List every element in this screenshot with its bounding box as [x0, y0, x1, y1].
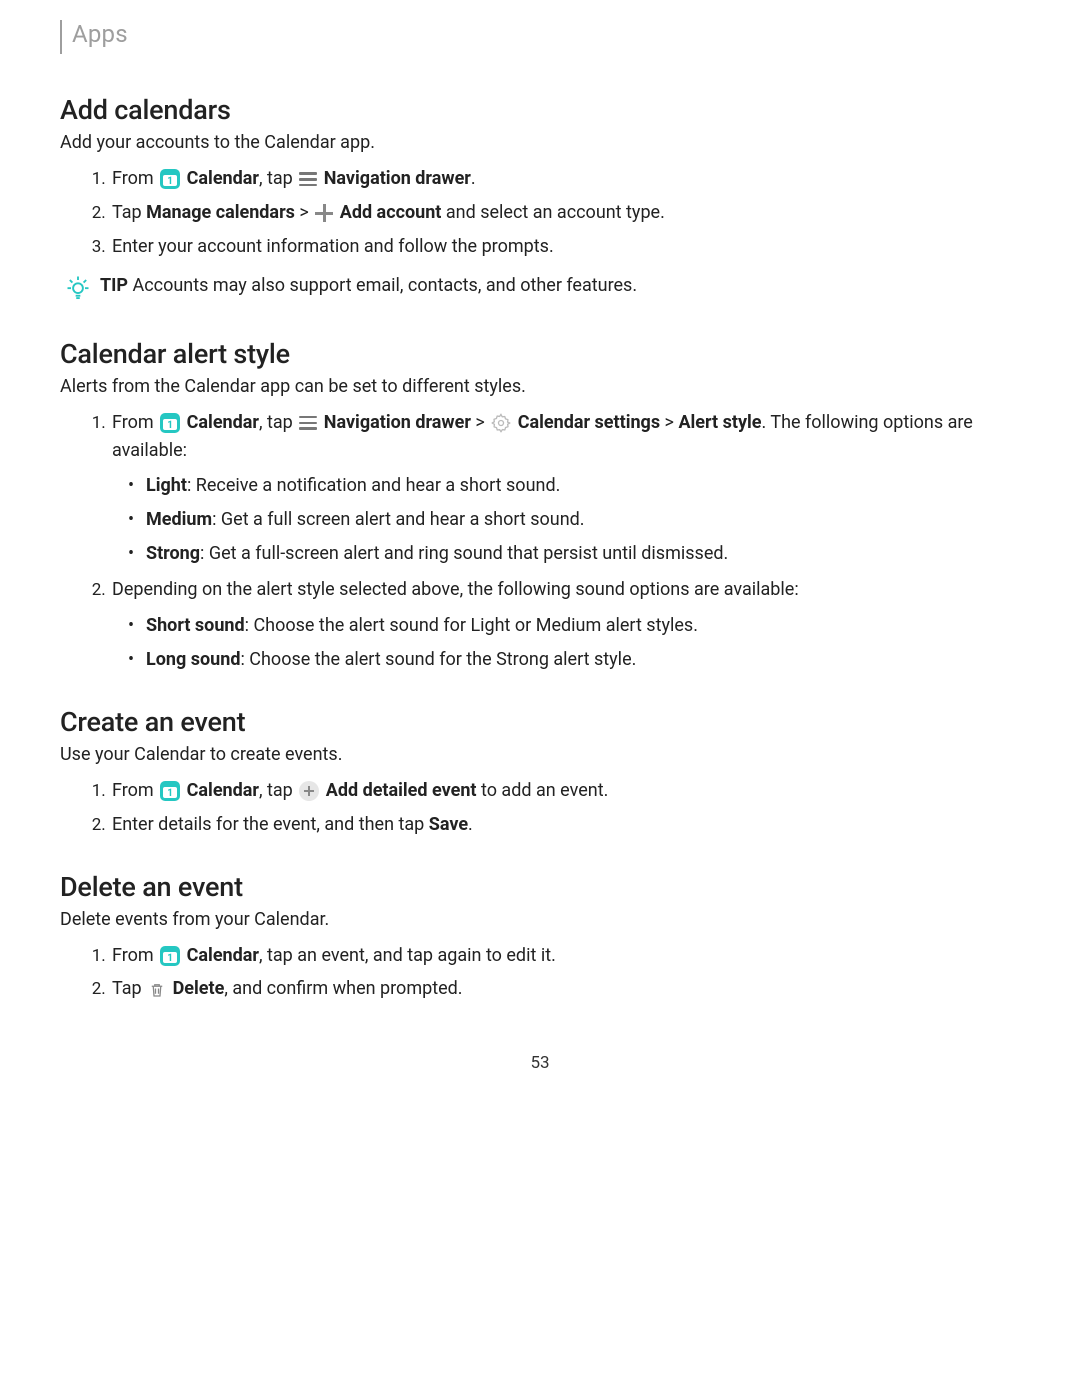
- tip-label: TIP: [100, 275, 128, 296]
- calendar-app-icon: [160, 413, 180, 433]
- text-bold: Calendar: [182, 945, 259, 966]
- text-bold: Alert style: [678, 412, 761, 433]
- text: From: [112, 168, 158, 189]
- text: : Receive a notification and hear a shor…: [187, 475, 560, 496]
- list-item: Enter details for the event, and then ta…: [110, 811, 1020, 839]
- add-calendars-steps: From Calendar, tap Navigation drawer. Ta…: [60, 165, 1020, 261]
- text: .: [468, 814, 473, 835]
- text: Enter details for the event, and then ta…: [112, 814, 429, 835]
- navigation-drawer-icon: [299, 416, 317, 430]
- section-intro: Alerts from the Calendar app can be set …: [60, 376, 1020, 397]
- text-bold: Add account: [335, 202, 441, 223]
- text: Depending on the alert style selected ab…: [112, 579, 799, 600]
- text: : Choose the alert sound for Light or Me…: [245, 615, 698, 636]
- text: , and confirm when prompted.: [224, 978, 462, 999]
- list-item: Tap Delete, and confirm when prompted.: [110, 975, 1020, 1003]
- list-item: Enter your account information and follo…: [110, 233, 1020, 261]
- text: Tap: [112, 202, 146, 223]
- list-item: Long sound: Choose the alert sound for t…: [146, 646, 1020, 674]
- section-intro: Delete events from your Calendar.: [60, 909, 1020, 930]
- calendar-app-icon: [160, 169, 180, 189]
- header-title: Apps: [72, 20, 128, 48]
- text-bold: Short sound: [146, 615, 245, 636]
- alert-style-options: Light: Receive a notification and hear a…: [112, 472, 1020, 568]
- add-event-icon: [299, 781, 319, 801]
- text: Tap: [112, 978, 146, 999]
- text-bold: Manage calendars: [146, 202, 295, 223]
- text: , tap an event, and tap again to edit it…: [259, 945, 556, 966]
- text-bold: Light: [146, 475, 187, 496]
- section-intro: Add your accounts to the Calendar app.: [60, 132, 1020, 153]
- list-item: Depending on the alert style selected ab…: [110, 576, 1020, 674]
- sound-options: Short sound: Choose the alert sound for …: [112, 612, 1020, 674]
- list-item: Tap Manage calendars > Add account and s…: [110, 199, 1020, 227]
- text: >: [660, 412, 678, 433]
- list-item: From Calendar, tap Add detailed event to…: [110, 777, 1020, 805]
- list-item: Short sound: Choose the alert sound for …: [146, 612, 1020, 640]
- text-bold: Strong: [146, 543, 200, 564]
- section-heading-add-calendars: Add calendars: [60, 94, 1020, 126]
- text-bold: Add detailed event: [321, 780, 476, 801]
- text-bold: Calendar: [182, 780, 259, 801]
- section-heading-create-event: Create an event: [60, 706, 1020, 738]
- text: : Get a full screen alert and hear a sho…: [212, 509, 584, 530]
- text-bold: Navigation drawer: [319, 412, 471, 433]
- text: : Choose the alert sound for the Strong …: [240, 649, 636, 670]
- text-bold: Calendar settings: [513, 412, 660, 433]
- create-event-steps: From Calendar, tap Add detailed event to…: [60, 777, 1020, 839]
- alert-style-steps: From Calendar, tap Navigation drawer > C…: [60, 409, 1020, 674]
- section-intro: Use your Calendar to create events.: [60, 744, 1020, 765]
- navigation-drawer-icon: [299, 172, 317, 186]
- list-item: Light: Receive a notification and hear a…: [146, 472, 1020, 500]
- lightbulb-icon: [64, 273, 92, 306]
- text-bold: Delete: [168, 978, 224, 999]
- tip-text: TIP Accounts may also support email, con…: [100, 275, 637, 296]
- trash-icon: [148, 980, 166, 1000]
- text-bold: Navigation drawer: [319, 168, 471, 189]
- text: .: [471, 168, 476, 189]
- plus-icon: [315, 204, 333, 222]
- text: , tap: [259, 168, 297, 189]
- text-bold: Medium: [146, 509, 212, 530]
- text-bold: Calendar: [182, 412, 259, 433]
- list-item: From Calendar, tap Navigation drawer.: [110, 165, 1020, 193]
- text: From: [112, 780, 158, 801]
- gear-icon: [491, 413, 511, 433]
- list-item: From Calendar, tap Navigation drawer > C…: [110, 409, 1020, 568]
- text: Accounts may also support email, contact…: [128, 275, 637, 296]
- list-item: From Calendar, tap an event, and tap aga…: [110, 942, 1020, 970]
- text: : Get a full-screen alert and ring sound…: [200, 543, 728, 564]
- tip-callout: TIP Accounts may also support email, con…: [60, 275, 1020, 306]
- calendar-app-icon: [160, 946, 180, 966]
- section-heading-delete-event: Delete an event: [60, 871, 1020, 903]
- text: , tap: [259, 412, 297, 433]
- section-heading-alert-style: Calendar alert style: [60, 338, 1020, 370]
- page-header: Apps: [60, 20, 1020, 54]
- text: From: [112, 412, 158, 433]
- list-item: Strong: Get a full-screen alert and ring…: [146, 540, 1020, 568]
- text-bold: Calendar: [187, 168, 259, 189]
- list-item: Medium: Get a full screen alert and hear…: [146, 506, 1020, 534]
- text: From: [112, 945, 158, 966]
- page-number: 53: [60, 1053, 1020, 1073]
- text: >: [471, 412, 489, 433]
- text: and select an account type.: [441, 202, 664, 223]
- text: to add an event.: [477, 780, 609, 801]
- text-bold: Long sound: [146, 649, 240, 670]
- text: >: [295, 202, 313, 223]
- header-accent-bar: [60, 20, 62, 54]
- delete-event-steps: From Calendar, tap an event, and tap aga…: [60, 942, 1020, 1004]
- calendar-app-icon: [160, 781, 180, 801]
- text-bold: Save: [429, 814, 468, 835]
- text: , tap: [259, 780, 297, 801]
